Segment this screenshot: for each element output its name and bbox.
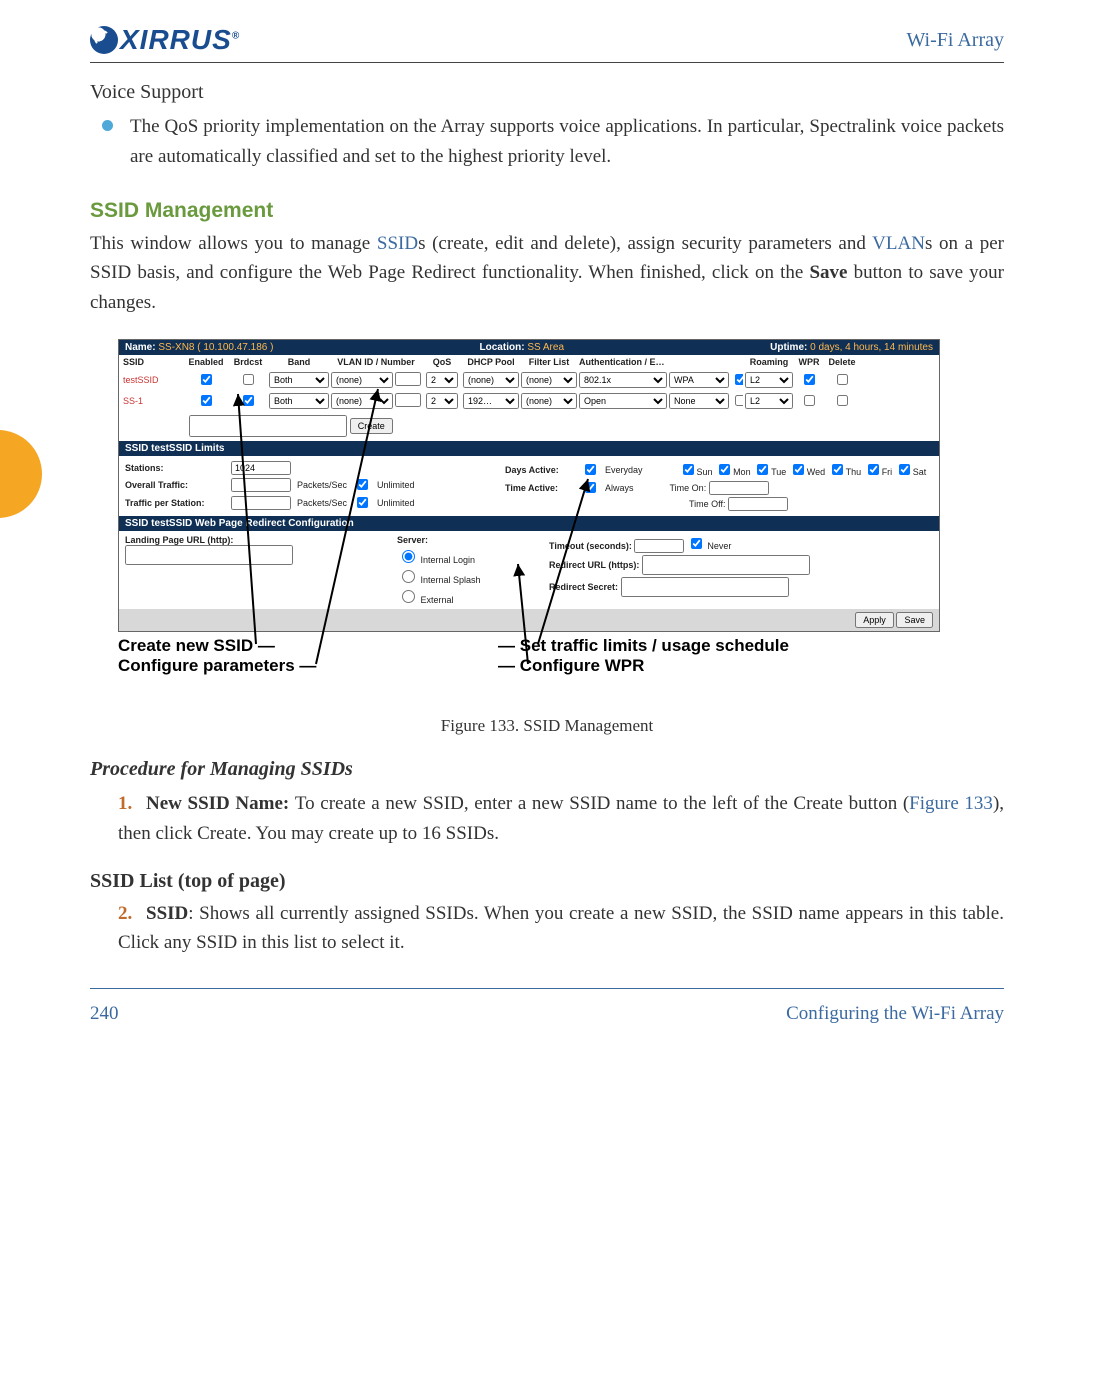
redirect-secret-input[interactable]: [621, 577, 789, 597]
wpr-checkbox[interactable]: [804, 395, 815, 406]
save-button[interactable]: Save: [896, 612, 933, 628]
time-off-input[interactable]: [728, 497, 788, 511]
bullet-icon: [102, 120, 113, 131]
brand-logo: XIRRUS®: [90, 24, 240, 56]
step-2: 2.SSID: Shows all currently assigned SSI…: [118, 899, 1004, 958]
brdcst-checkbox[interactable]: [243, 395, 254, 406]
page-number: 240: [90, 1003, 119, 1025]
perstation-label: Traffic per Station:: [125, 498, 225, 508]
footer-section: Configuring the Wi-Fi Array: [786, 1003, 1004, 1025]
overall-unlimited-checkbox[interactable]: [357, 479, 368, 490]
link-figure-133[interactable]: Figure 133: [909, 793, 993, 814]
stations-input[interactable]: [231, 461, 291, 475]
ssid-mgmt-screenshot: Name: SS-XN8 ( 10.100.47.186 ) Location:…: [118, 339, 940, 632]
band-select[interactable]: Both: [269, 393, 329, 409]
everyday-checkbox[interactable]: [585, 464, 596, 475]
redirect-url-input[interactable]: [642, 555, 810, 575]
perstation-unlimited-checkbox[interactable]: [357, 497, 368, 508]
enabled-checkbox[interactable]: [201, 395, 212, 406]
stations-label: Stations:: [125, 463, 225, 473]
filter-select[interactable]: (none): [521, 372, 577, 388]
ssid-management-heading: SSID Management: [90, 199, 1004, 223]
step-1: 1.New SSID Name: To create a new SSID, e…: [118, 789, 1004, 848]
auth-select[interactable]: Open: [579, 393, 667, 409]
delete-checkbox[interactable]: [837, 374, 848, 385]
roam-select[interactable]: L2: [745, 393, 793, 409]
delete-checkbox[interactable]: [837, 395, 848, 406]
vlan-num-input[interactable]: [395, 372, 421, 386]
filter-select[interactable]: (none): [521, 393, 577, 409]
figure-callouts: Create new SSID — — Set traffic limits /…: [118, 636, 938, 702]
voice-bullet-text: The QoS priority implementation on the A…: [130, 116, 1004, 167]
wpr-section-bar: SSID testSSID Web Page Redirect Configur…: [119, 516, 939, 531]
link-ssid[interactable]: SSID: [377, 233, 418, 254]
redirect-label: Redirect URL (https):: [549, 560, 639, 570]
logo-swoosh-icon: [90, 26, 118, 54]
table-row[interactable]: SS-1 Both (none) 2 192… (none) Open None…: [119, 390, 939, 411]
figure-caption: Figure 133. SSID Management: [90, 716, 1004, 736]
always-checkbox[interactable]: [585, 482, 596, 493]
enabled-checkbox[interactable]: [201, 374, 212, 385]
procedure-heading: Procedure for Managing SSIDs: [90, 758, 1004, 781]
status-bar: Name: SS-XN8 ( 10.100.47.186 ) Location:…: [119, 340, 939, 355]
band-select[interactable]: Both: [269, 372, 329, 388]
global-checkbox[interactable]: [735, 395, 743, 406]
voice-support-heading: Voice Support: [90, 81, 1004, 104]
enc-select[interactable]: None: [669, 393, 729, 409]
landing-label: Landing Page URL (http):: [125, 535, 233, 545]
server-internal-login-radio[interactable]: [402, 550, 415, 563]
enc-select[interactable]: WPA: [669, 372, 729, 388]
link-vlan[interactable]: VLAN: [872, 233, 925, 254]
secret-label: Redirect Secret:: [549, 582, 618, 592]
ssid-link[interactable]: SS-1: [123, 396, 143, 406]
dhcp-select[interactable]: 192…: [463, 393, 519, 409]
landing-url-input[interactable]: [125, 545, 293, 565]
ssid-list-heading: SSID List (top of page): [90, 870, 1004, 893]
create-button[interactable]: Create: [350, 418, 393, 434]
vlan-num-input[interactable]: [395, 393, 421, 407]
global-checkbox[interactable]: [735, 374, 743, 385]
ssid-link[interactable]: testSSID: [123, 375, 159, 385]
wpr-checkbox[interactable]: [804, 374, 815, 385]
server-external-radio[interactable]: [402, 590, 415, 603]
days-active-label: Days Active:: [505, 465, 575, 475]
timeout-label: Timeout (seconds):: [549, 541, 632, 551]
limits-section-bar: SSID testSSID Limits: [119, 441, 939, 456]
overall-label: Overall Traffic:: [125, 480, 225, 490]
server-internal-splash-radio[interactable]: [402, 570, 415, 583]
timeout-input[interactable]: [634, 539, 684, 553]
vlan-select[interactable]: (none): [331, 393, 393, 409]
footer-rule: [90, 988, 1004, 989]
table-row[interactable]: testSSID Both (none) 2 (none) (none) 802…: [119, 369, 939, 390]
ssid-management-intro: This window allows you to manage SSIDs (…: [90, 229, 1004, 317]
header-rule: [90, 62, 1004, 63]
ssid-table-header: SSID Enabled Brdcst Band VLAN ID / Numbe…: [119, 355, 939, 369]
auth-select[interactable]: 802.1x: [579, 372, 667, 388]
time-active-label: Time Active:: [505, 483, 575, 493]
new-ssid-input[interactable]: [189, 415, 347, 437]
header-product: Wi-Fi Array: [906, 29, 1004, 52]
brdcst-checkbox[interactable]: [243, 374, 254, 385]
server-label: Server:: [397, 535, 537, 545]
logo-text: XIRRUS®: [120, 24, 240, 56]
qos-select[interactable]: 2: [426, 372, 458, 388]
vlan-select[interactable]: (none): [331, 372, 393, 388]
side-tab-marker: [0, 430, 42, 518]
roam-select[interactable]: L2: [745, 372, 793, 388]
overall-input[interactable]: [231, 478, 291, 492]
qos-select[interactable]: 2: [426, 393, 458, 409]
perstation-input[interactable]: [231, 496, 291, 510]
never-checkbox[interactable]: [691, 538, 702, 549]
dhcp-select[interactable]: (none): [463, 372, 519, 388]
time-on-input[interactable]: [709, 481, 769, 495]
apply-button[interactable]: Apply: [855, 612, 894, 628]
